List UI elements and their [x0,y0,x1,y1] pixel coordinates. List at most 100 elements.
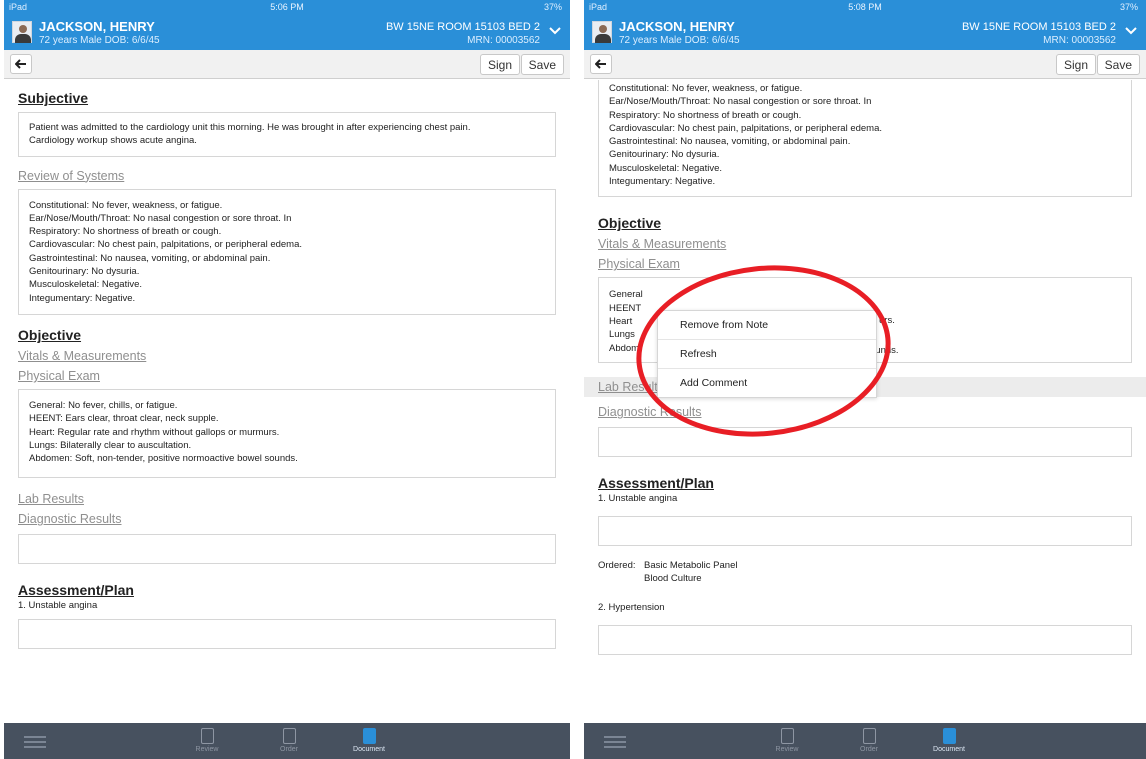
save-button[interactable]: Save [1096,54,1140,75]
avatar [12,21,32,43]
save-button[interactable]: Save [520,54,564,75]
menu-icon[interactable] [24,736,46,751]
arrow-left-icon [15,59,26,69]
patient-name: JACKSON, HENRY [39,19,155,34]
ros-line: Cardiovascular: No chest pain, palpitati… [609,122,883,134]
avatar [592,21,612,43]
note-content[interactable]: Constitutional: No fever, weakness, or f… [584,80,1146,723]
chevron-down-icon[interactable] [1124,24,1138,38]
sign-button[interactable]: Sign [479,54,520,75]
status-bar: iPad 5:06 PM 37% [4,0,570,15]
lab-results-link[interactable]: Lab Results [18,492,556,506]
tab-document[interactable]: Document [344,728,394,753]
subjective-heading: Subjective [18,90,89,106]
ros-line: Ear/Nose/Mouth/Throat: No nasal congesti… [29,212,292,224]
diagnostic-results-link[interactable]: Diagnostic Results [18,512,556,526]
tab-review-label: Review [195,746,219,753]
ros-line: Constitutional: No fever, weakness, or f… [29,199,223,211]
assessment-heading: Assessment/Plan [18,582,134,599]
problem-item: 1. Unstable angina [598,493,678,505]
problem-item: 2. Hypertension [598,602,665,614]
ros-line: Musculoskeletal: Negative. [609,162,722,174]
vitals-link[interactable]: Vitals & Measurements [18,349,556,363]
tab-order-label: Order [860,746,878,753]
context-menu: Remove from Note Refresh Add Comment [657,310,877,398]
arrow-left-icon [595,59,606,69]
assessment-heading: Assessment/Plan [598,475,714,492]
exam-line: Abdomen: Soft, non-tender, positive norm… [29,453,298,465]
vitals-link[interactable]: Vitals & Measurements [598,237,1132,251]
tab-order-label: Order [280,746,298,753]
objective-heading: Objective [598,215,662,232]
problem-box[interactable] [598,625,1132,656]
patient-location: BW 15NE ROOM 15103 BED 2 [385,21,540,33]
toolbar: Sign Save [584,50,1146,79]
ordered-item: Blood Culture [644,573,702,585]
tab-document-label: Document [933,746,965,753]
ros-line: Ear/Nose/Mouth/Throat: No nasal congesti… [609,96,872,108]
clock: 5:08 PM [848,2,882,12]
physical-exam-box[interactable]: General: No fever, chills, or fatigue. H… [18,388,556,479]
tab-review[interactable]: Review [182,728,232,753]
remove-from-note-menu-item[interactable]: Remove from Note [658,311,876,340]
patient-name: JACKSON, HENRY [619,19,735,34]
physical-exam-link[interactable]: Physical Exam [18,369,556,383]
order-icon [282,728,296,744]
battery-indicator: 37% [543,2,562,12]
document-icon [362,728,376,744]
ros-box[interactable]: Constitutional: No fever, weakness, or f… [18,188,556,315]
review-icon [200,728,214,744]
exam-line: HEENT: Ears clear, throat clear, neck su… [29,413,219,425]
diagnostic-results-link[interactable]: Diagnostic Results [598,405,1132,419]
subjective-box[interactable]: Patient was admitted to the cardiology u… [18,112,556,157]
patient-mrn: MRN: 00003562 [1043,35,1116,46]
problem-box[interactable] [598,516,1132,547]
diagnostic-results-box[interactable] [18,534,556,565]
chevron-down-icon[interactable] [548,24,562,38]
problem-item: 1. Unstable angina [18,600,98,612]
patient-banner[interactable]: JACKSON, HENRY 72 years Male DOB: 6/6/45… [4,15,570,50]
exam-line-partial: General [609,289,643,301]
back-button[interactable] [10,54,32,74]
ros-line: Respiratory: No shortness of breath or c… [609,109,802,121]
patient-banner[interactable]: JACKSON, HENRY 72 years Male DOB: 6/6/45… [584,15,1146,50]
review-icon [780,728,794,744]
exam-line: Heart: Regular rate and rhythm without g… [29,426,280,438]
ros-line: Constitutional: No fever, weakness, or f… [609,83,803,94]
toolbar: Sign Save [4,50,570,79]
tab-review[interactable]: Review [762,728,812,753]
physical-exam-link[interactable]: Physical Exam [598,257,1132,271]
ros-line: Integumentary: Negative. [609,176,716,188]
clock: 5:06 PM [270,2,304,12]
menu-icon[interactable] [604,736,626,751]
ros-line: Gastrointestinal: No nausea, vomiting, o… [29,252,271,264]
patient-mrn: MRN: 00003562 [467,35,540,46]
exam-line-fragment: urs. [879,315,895,327]
back-button[interactable] [590,54,612,74]
add-comment-menu-item[interactable]: Add Comment [658,369,876,397]
bottom-tab-bar: Review Order Document [584,723,1146,759]
exam-line: General: No fever, chills, or fatigue. [29,399,178,411]
subjective-line: Cardiology workup shows acute angina. [29,135,197,147]
patient-location: BW 15NE ROOM 15103 BED 2 [961,21,1116,33]
ros-line: Gastrointestinal: No nausea, vomiting, o… [609,136,851,148]
order-icon [862,728,876,744]
status-bar: iPad 5:08 PM 37% [584,0,1146,15]
document-icon [942,728,956,744]
review-of-systems-link[interactable]: Review of Systems [18,169,556,183]
orders-block: Ordered: Basic Metabolic Panel Blood Cul… [598,560,1132,588]
ros-box[interactable]: Constitutional: No fever, weakness, or f… [598,80,1132,198]
tab-document[interactable]: Document [924,728,974,753]
tab-order[interactable]: Order [264,728,314,753]
sign-button[interactable]: Sign [1055,54,1096,75]
refresh-menu-item[interactable]: Refresh [658,340,876,369]
ipad-screen-left: iPad 5:06 PM 37% JACKSON, HENRY 72 years… [4,0,570,759]
battery-indicator: 37% [1119,2,1138,12]
problem-box[interactable] [18,619,556,650]
tab-order[interactable]: Order [844,728,894,753]
ipad-screen-right: iPad 5:08 PM 37% JACKSON, HENRY 72 years… [584,0,1146,759]
ordered-item: Basic Metabolic Panel [644,560,738,572]
ros-line: Genitourinary: No dysuria. [29,266,140,278]
diagnostic-results-box[interactable] [598,427,1132,458]
note-content[interactable]: Subjective Patient was admitted to the c… [4,80,570,723]
